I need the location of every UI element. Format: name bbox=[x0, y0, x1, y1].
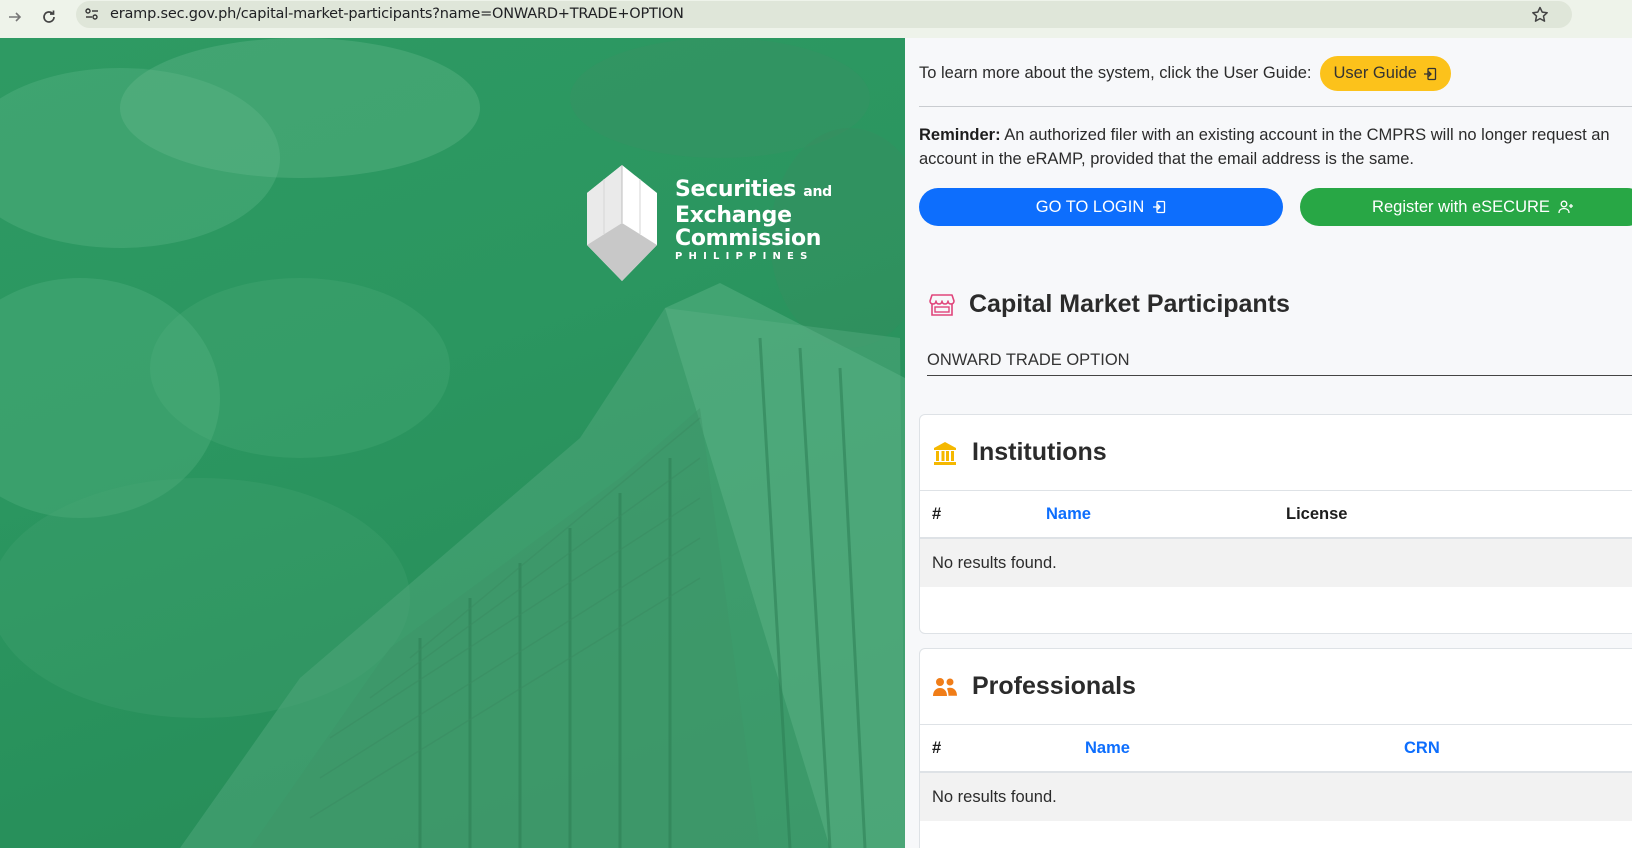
reminder-text: Reminder: An authorized filer with an ex… bbox=[919, 123, 1619, 171]
institutions-table-header: # Name License bbox=[920, 491, 1632, 539]
professionals-title: Professionals bbox=[972, 672, 1136, 700]
logo-line-philippines: PHILIPPINES bbox=[675, 251, 814, 262]
cmp-header: Capital Market Participants bbox=[929, 290, 1290, 319]
institutions-empty-row: No results found. bbox=[920, 539, 1632, 587]
professionals-table-header: # Name CRN bbox=[920, 725, 1632, 773]
empty-message: No results found. bbox=[932, 553, 1057, 572]
go-to-login-button[interactable]: GO TO LOGIN bbox=[919, 188, 1283, 226]
column-crn-sort[interactable]: CRN bbox=[1404, 739, 1440, 758]
user-guide-button[interactable]: User Guide bbox=[1319, 56, 1451, 91]
address-bar[interactable]: eramp.sec.gov.ph/capital-market-particip… bbox=[76, 1, 1572, 28]
user-guide-row: To learn more about the system, click th… bbox=[919, 56, 1451, 91]
browser-toolbar: eramp.sec.gov.ph/capital-market-particip… bbox=[0, 0, 1632, 38]
bank-icon bbox=[934, 441, 956, 465]
column-name-sort[interactable]: Name bbox=[1085, 739, 1130, 758]
login-label: GO TO LOGIN bbox=[1035, 197, 1145, 216]
user-plus-icon bbox=[1558, 200, 1573, 214]
site-info-icon[interactable] bbox=[84, 6, 100, 22]
page-title: Capital Market Participants bbox=[969, 290, 1290, 318]
column-name-sort[interactable]: Name bbox=[1046, 505, 1091, 524]
user-guide-label: User Guide bbox=[1333, 64, 1417, 82]
reminder-label: Reminder: bbox=[919, 126, 1001, 144]
reminder-body: An authorized filer with an existing acc… bbox=[919, 126, 1610, 168]
professionals-header: Professionals bbox=[920, 649, 1632, 725]
bookmark-star-icon[interactable] bbox=[1530, 5, 1550, 25]
forward-icon[interactable] bbox=[2, 4, 28, 30]
search-field-wrapper bbox=[927, 346, 1632, 376]
hero-banner: Securities and Exchange Commission PHILI… bbox=[0, 38, 905, 848]
logo-line-exchange: Exchange bbox=[675, 203, 792, 228]
sign-in-icon bbox=[1153, 200, 1166, 214]
content-panel: To learn more about the system, click th… bbox=[905, 38, 1632, 848]
professionals-empty-row: No results found. bbox=[920, 773, 1632, 821]
logo-and: and bbox=[803, 184, 832, 200]
column-number: # bbox=[932, 739, 942, 757]
reload-icon[interactable] bbox=[36, 4, 62, 30]
column-license: License bbox=[1286, 505, 1348, 523]
url-text[interactable]: eramp.sec.gov.ph/capital-market-particip… bbox=[110, 6, 684, 22]
register-esecure-button[interactable]: Register with eSECURE bbox=[1300, 188, 1632, 226]
sec-logo-icon bbox=[587, 165, 657, 281]
logo-line-securities: Securities bbox=[675, 177, 796, 202]
sign-in-icon bbox=[1423, 67, 1437, 80]
user-guide-text: To learn more about the system, click th… bbox=[919, 64, 1312, 82]
building-background bbox=[0, 38, 905, 848]
column-number: # bbox=[932, 505, 942, 523]
people-icon bbox=[933, 677, 957, 696]
institutions-header: Institutions bbox=[920, 415, 1632, 491]
store-icon bbox=[929, 293, 955, 316]
register-label: Register with eSECURE bbox=[1372, 197, 1550, 216]
empty-message: No results found. bbox=[932, 787, 1057, 806]
divider bbox=[919, 106, 1632, 107]
sec-logo-text: Securities and Exchange Commission PHILI… bbox=[675, 178, 832, 263]
logo-line-commission: Commission bbox=[675, 226, 822, 251]
institutions-title: Institutions bbox=[972, 438, 1107, 466]
professionals-card: Professionals # Name CRN No results foun… bbox=[919, 648, 1632, 848]
institutions-card: Institutions # Name License No results f… bbox=[919, 414, 1632, 634]
search-input[interactable] bbox=[927, 346, 1632, 374]
